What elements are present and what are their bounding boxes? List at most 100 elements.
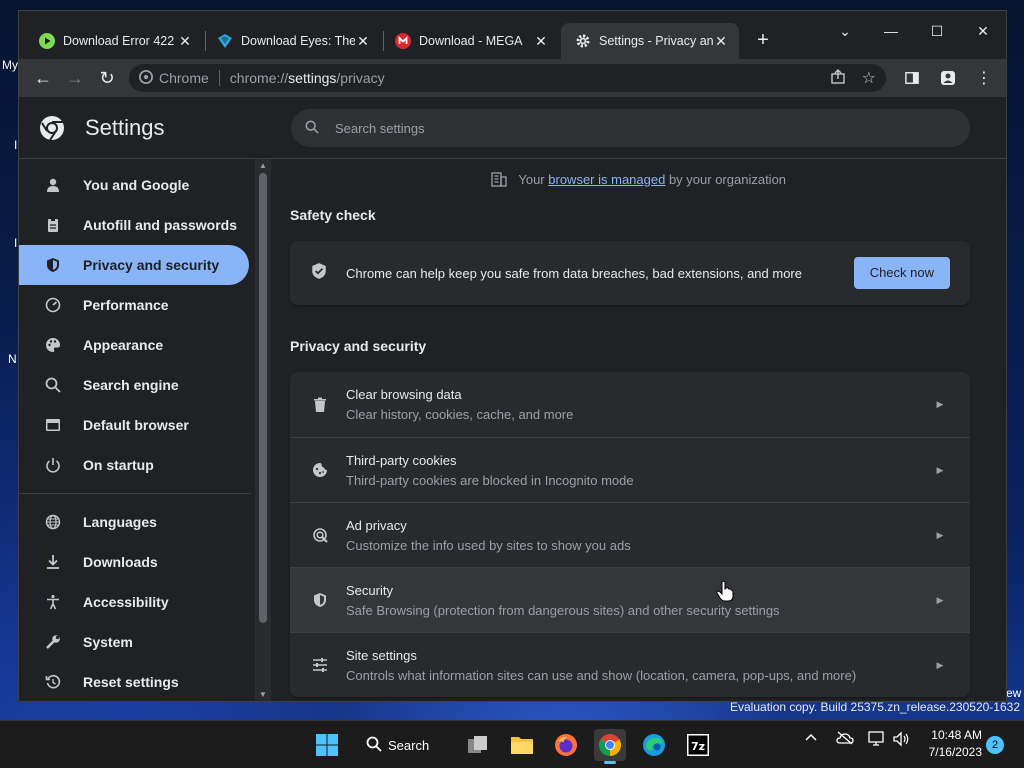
windows-start-icon[interactable] <box>311 729 343 761</box>
row-label: Ad privacy <box>346 517 407 533</box>
close-icon[interactable]: ✕ <box>533 33 549 50</box>
cookie-icon <box>310 462 330 478</box>
chevron-up-icon[interactable] <box>804 731 818 748</box>
forward-button[interactable]: → <box>59 62 91 94</box>
sidebar-item-downloads[interactable]: Downloads <box>19 542 249 582</box>
onedrive-offline-icon[interactable] <box>836 731 854 748</box>
security-row[interactable]: Security Safe Browsing (protection from … <box>290 567 970 632</box>
desktop-icon-label[interactable]: My <box>2 58 18 72</box>
chrome-taskbar-icon[interactable] <box>594 729 626 764</box>
more-menu-icon[interactable]: ⋮ <box>968 62 1000 94</box>
search-icon <box>43 375 63 395</box>
close-icon[interactable]: ✕ <box>177 33 193 50</box>
sidebar-item-performance[interactable]: Performance <box>19 285 249 325</box>
person-icon <box>43 175 63 195</box>
close-icon[interactable]: ✕ <box>355 33 371 50</box>
arrow-right-icon: ▶ <box>936 464 944 475</box>
sidebar-item-label: You and Google <box>83 177 190 193</box>
desktop-icon-label[interactable]: N <box>8 352 17 366</box>
chevron-down-icon[interactable]: ⌄ <box>822 17 868 45</box>
file-explorer-icon[interactable] <box>506 729 538 761</box>
close-icon[interactable]: ✕ <box>713 33 729 50</box>
scroll-down-arrow-icon[interactable]: ▼ <box>255 690 271 699</box>
bookmark-star-icon[interactable]: ☆ <box>862 68 876 88</box>
sidebar-item-label: Privacy and security <box>83 257 220 273</box>
sidebar-item-you-and-google[interactable]: You and Google <box>19 165 249 205</box>
chrome-logo-icon <box>139 69 153 87</box>
tab-download-mega[interactable]: Download - MEGA ✕ <box>381 23 559 59</box>
sidebar-item-appearance[interactable]: Appearance <box>19 325 249 365</box>
desktop-icon-label: ew <box>1006 686 1022 700</box>
edge-icon[interactable] <box>638 729 670 761</box>
taskbar-search-button[interactable]: Search <box>366 729 429 761</box>
sidebar-item-on-startup[interactable]: On startup <box>19 445 249 485</box>
tab-download-error[interactable]: Download Error 422 - ✕ <box>25 23 203 59</box>
omnibox[interactable]: Chrome chrome://settings/privacy ☆ <box>129 64 886 92</box>
browser-managed-link[interactable]: browser is managed <box>548 172 665 187</box>
volume-icon[interactable] <box>892 731 910 750</box>
row-description: Third-party cookies are blocked in Incog… <box>346 472 634 488</box>
sidebar-item-accessibility[interactable]: Accessibility <box>19 582 249 622</box>
desktop-icon-label[interactable]: I <box>14 138 17 152</box>
search-placeholder: Search settings <box>335 120 425 136</box>
search-input[interactable]: Search settings <box>291 109 970 147</box>
sidebar-item-privacy-and-security[interactable]: Privacy and security <box>19 245 249 285</box>
omnibox-url[interactable]: chrome://settings/privacy <box>230 70 385 86</box>
settings-main: Your browser is managed by your organiza… <box>271 159 1006 701</box>
palette-icon <box>43 335 63 355</box>
window-close-button[interactable]: ✕ <box>960 17 1006 45</box>
sidebar-item-languages[interactable]: Languages <box>19 502 249 542</box>
notification-badge[interactable]: 2 <box>986 736 1004 754</box>
clear-browsing-data-row[interactable]: Clear browsing data Clear history, cooki… <box>290 372 970 437</box>
system-clock[interactable]: 10:48 AM 7/16/2023 <box>929 727 982 761</box>
managed-prefix: Your <box>518 171 545 187</box>
safety-check-card: Chrome can help keep you safe from data … <box>290 241 970 305</box>
tab-download-eyes[interactable]: Download Eyes: The H ✕ <box>203 23 381 59</box>
sidebar-item-search-engine[interactable]: Search engine <box>19 365 249 405</box>
site-settings-row[interactable]: Site settings Controls what information … <box>290 632 970 697</box>
sidebar-item-autofill[interactable]: Autofill and passwords <box>19 205 249 245</box>
gear-icon <box>575 33 591 49</box>
sidebar-item-label: Accessibility <box>83 594 169 610</box>
tab-settings-privacy[interactable]: Settings - Privacy and ✕ <box>561 23 739 59</box>
sidebar-item-label: Appearance <box>83 337 164 353</box>
row-label: Site settings <box>346 647 417 663</box>
sidebar-item-system[interactable]: System <box>19 622 249 662</box>
page-title: Settings <box>85 114 165 140</box>
sidebar-item-default-browser[interactable]: Default browser <box>19 405 249 445</box>
reload-button[interactable]: ↻ <box>91 62 123 94</box>
sidebar-item-label: Languages <box>83 514 157 530</box>
seven-zip-icon[interactable]: 7z <box>682 729 714 761</box>
sidebar-divider <box>19 493 251 494</box>
check-now-button[interactable]: Check now <box>853 257 950 289</box>
building-icon <box>491 171 507 190</box>
sidebar-scrollbar[interactable]: ▲ ▼ <box>255 159 271 701</box>
shield-icon <box>43 255 63 275</box>
scroll-up-arrow-icon[interactable]: ▲ <box>255 161 271 170</box>
back-button[interactable]: ← <box>27 62 59 94</box>
new-tab-button[interactable]: + <box>749 27 777 55</box>
chrome-logo-icon <box>40 115 64 141</box>
maximize-button[interactable]: ☐ <box>914 17 960 45</box>
power-icon <box>43 455 63 475</box>
minimize-button[interactable]: — <box>868 17 914 45</box>
sidebar-item-reset-settings[interactable]: Reset settings <box>19 662 249 701</box>
network-icon[interactable] <box>868 731 886 750</box>
firefox-icon[interactable] <box>550 729 582 761</box>
task-view-icon[interactable] <box>462 729 494 761</box>
profile-avatar-icon[interactable] <box>932 62 964 94</box>
side-panel-icon[interactable] <box>896 62 928 94</box>
third-party-cookies-row[interactable]: Third-party cookies Third-party cookies … <box>290 437 970 502</box>
ad-privacy-icon <box>310 527 330 543</box>
sidebar-item-label: Autofill and passwords <box>83 217 238 233</box>
wrench-icon <box>43 632 63 652</box>
shield-check-icon <box>310 262 330 285</box>
desktop-icon-label[interactable]: I <box>14 236 17 250</box>
sidebar-scrollbar-thumb[interactable] <box>259 173 267 623</box>
share-icon[interactable] <box>830 68 846 88</box>
clipboard-icon <box>43 215 63 235</box>
ad-privacy-row[interactable]: Ad privacy Customize the info used by si… <box>290 502 970 567</box>
row-label: Third-party cookies <box>346 452 457 468</box>
sidebar-item-label: Default browser <box>83 417 189 433</box>
browser-icon <box>43 415 63 435</box>
